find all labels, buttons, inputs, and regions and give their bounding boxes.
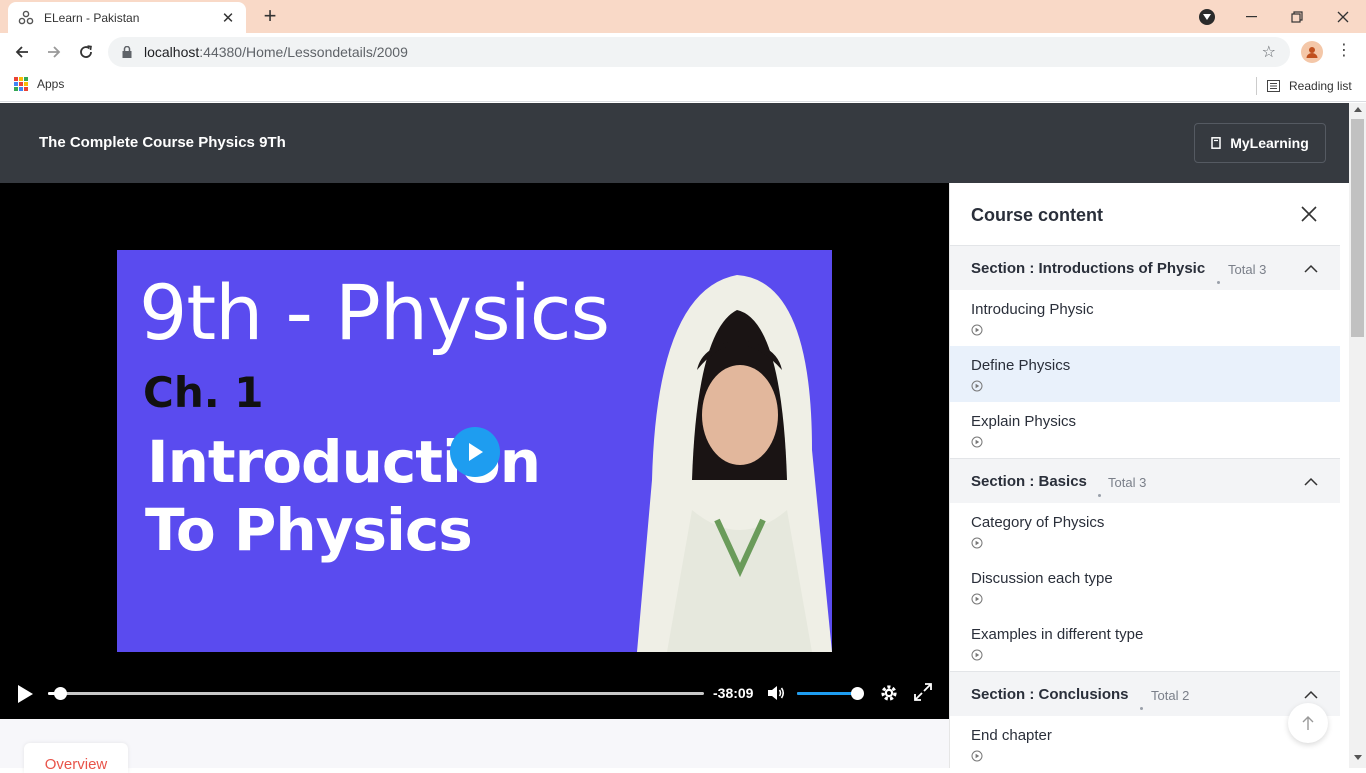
play-icon xyxy=(469,443,483,461)
minimize-icon[interactable] xyxy=(1228,0,1274,33)
video-play-icon xyxy=(971,435,983,453)
browser-tabbar: ELearn - Pakistan ✕ + xyxy=(0,0,1366,33)
big-play-button[interactable] xyxy=(450,427,500,477)
close-sidebar-icon[interactable] xyxy=(1300,205,1318,228)
chevron-up-icon[interactable] xyxy=(1304,261,1318,279)
time-remaining: -38:09 xyxy=(713,685,754,701)
section-header[interactable]: Section : Introductions of Physic Total … xyxy=(950,245,1340,290)
video-controls: -38:09 xyxy=(0,673,949,713)
progress-bar[interactable] xyxy=(48,687,704,700)
lesson-item-active[interactable]: Define Physics xyxy=(950,346,1340,402)
page-scrollbar[interactable] xyxy=(1349,103,1366,768)
browser-toolbar: localhost:44380/Home/Lessondetails/2009 … xyxy=(0,33,1366,71)
site-favicon-icon xyxy=(18,10,34,26)
back-icon[interactable] xyxy=(10,41,34,63)
section-name: Section : Conclusions xyxy=(971,686,1129,703)
bookmark-star-icon[interactable]: ☆ xyxy=(1262,42,1276,62)
section-name: Section : Introductions of Physic xyxy=(971,260,1206,277)
thumbnail-title-line4: To Physics xyxy=(145,496,473,564)
scrollbar-thumb[interactable] xyxy=(1351,119,1364,337)
profile-avatar-icon[interactable] xyxy=(1301,41,1323,63)
section-dot xyxy=(1217,281,1220,284)
lesson-item[interactable]: Discussion each type xyxy=(950,559,1340,615)
video-play-icon xyxy=(971,592,983,610)
play-icon xyxy=(18,685,33,703)
reload-icon[interactable] xyxy=(74,41,98,63)
play-button[interactable] xyxy=(16,684,34,709)
url-path: :44380/Home/Lessondetails/2009 xyxy=(199,44,408,60)
chevron-up-icon[interactable] xyxy=(1304,474,1318,492)
sidebar-title: Course content xyxy=(971,205,1104,225)
section-header[interactable]: Section : Basics Total 3 xyxy=(950,458,1340,503)
course-title: The Complete Course Physics 9Th xyxy=(39,134,286,151)
mylearning-button[interactable]: MyLearning xyxy=(1194,123,1326,163)
thumbnail-title-line1: 9th - Physics xyxy=(139,268,610,357)
scroll-down-arrow-icon[interactable] xyxy=(1354,755,1362,760)
forward-icon[interactable] xyxy=(42,41,66,63)
restore-icon[interactable] xyxy=(1274,0,1320,33)
tab-search-icon[interactable] xyxy=(1199,9,1215,25)
fullscreen-icon[interactable] xyxy=(914,683,932,706)
lesson-name: Introducing Physic xyxy=(971,301,1094,318)
tab-overview[interactable]: Overview xyxy=(24,743,128,773)
lock-icon xyxy=(122,46,136,58)
apps-shortcut[interactable]: Apps xyxy=(14,77,64,91)
book-icon xyxy=(1211,137,1221,149)
section-header[interactable]: Section : Conclusions Total 2 xyxy=(950,671,1340,716)
presenter-image xyxy=(637,275,832,652)
volume-fill xyxy=(797,692,858,695)
settings-gear-icon[interactable] xyxy=(879,683,899,708)
lesson-item[interactable]: End chapter xyxy=(950,716,1340,768)
lesson-item[interactable]: Examples in different type xyxy=(950,615,1340,671)
browser-menu-icon[interactable]: ⋮ xyxy=(1336,41,1352,63)
page-header: The Complete Course Physics 9Th MyLearni… xyxy=(0,103,1349,183)
new-tab-icon[interactable]: + xyxy=(258,5,282,29)
bookmarks-bar: Apps Reading list xyxy=(0,71,1366,102)
section-total: Total 3 xyxy=(1108,475,1147,490)
section-name: Section : Basics xyxy=(971,473,1087,490)
lesson-name: End chapter xyxy=(971,727,1052,744)
lesson-tabs-area: Overview xyxy=(0,719,949,773)
lesson-name: Category of Physics xyxy=(971,514,1105,531)
section-dot xyxy=(1140,707,1143,710)
close-window-icon[interactable] xyxy=(1320,0,1366,33)
video-play-icon xyxy=(971,323,983,341)
volume-icon[interactable] xyxy=(766,683,786,708)
reading-list-label: Reading list xyxy=(1289,79,1352,93)
lesson-item[interactable]: Explain Physics xyxy=(950,402,1340,458)
lesson-name: Examples in different type xyxy=(971,626,1144,643)
lesson-name: Explain Physics xyxy=(971,413,1077,430)
lesson-item[interactable]: Category of Physics xyxy=(950,503,1340,559)
course-content-sidebar: Course content Section : Introductions o… xyxy=(949,183,1340,768)
browser-tab-title: ELearn - Pakistan xyxy=(44,10,140,25)
sidebar-header: Course content xyxy=(950,183,1340,245)
lesson-name: Discussion each type xyxy=(971,570,1113,587)
video-player[interactable]: 9th - Physics Ch. 1 Introduction To Phys… xyxy=(0,183,949,719)
apps-label: Apps xyxy=(37,77,65,91)
scroll-up-arrow-icon[interactable] xyxy=(1354,107,1362,112)
section-total: Total 2 xyxy=(1151,688,1190,703)
video-play-icon xyxy=(971,749,983,767)
reading-list-button[interactable]: Reading list xyxy=(1256,77,1352,95)
mylearning-label: MyLearning xyxy=(1230,135,1309,151)
address-bar[interactable]: localhost:44380/Home/Lessondetails/2009 … xyxy=(108,37,1290,67)
volume-handle[interactable] xyxy=(850,687,864,700)
reading-list-icon xyxy=(1267,80,1280,92)
arrow-up-icon xyxy=(1302,716,1314,730)
close-tab-icon[interactable]: ✕ xyxy=(220,9,236,27)
video-play-icon xyxy=(971,648,983,666)
lesson-name: Define Physics xyxy=(971,357,1071,374)
apps-grid-icon xyxy=(14,77,28,91)
thumbnail-chapter: Ch. 1 xyxy=(143,368,264,417)
lesson-item[interactable]: Introducing Physic xyxy=(950,290,1340,346)
section-dot xyxy=(1098,494,1101,497)
scroll-to-top-button[interactable] xyxy=(1288,703,1328,743)
progress-handle[interactable] xyxy=(53,687,67,700)
video-play-icon xyxy=(971,379,983,397)
volume-slider[interactable] xyxy=(797,687,864,700)
url-host: localhost xyxy=(144,44,200,60)
video-play-icon xyxy=(971,536,983,554)
browser-tab[interactable]: ELearn - Pakistan ✕ xyxy=(8,2,246,33)
section-total: Total 3 xyxy=(1228,262,1267,277)
